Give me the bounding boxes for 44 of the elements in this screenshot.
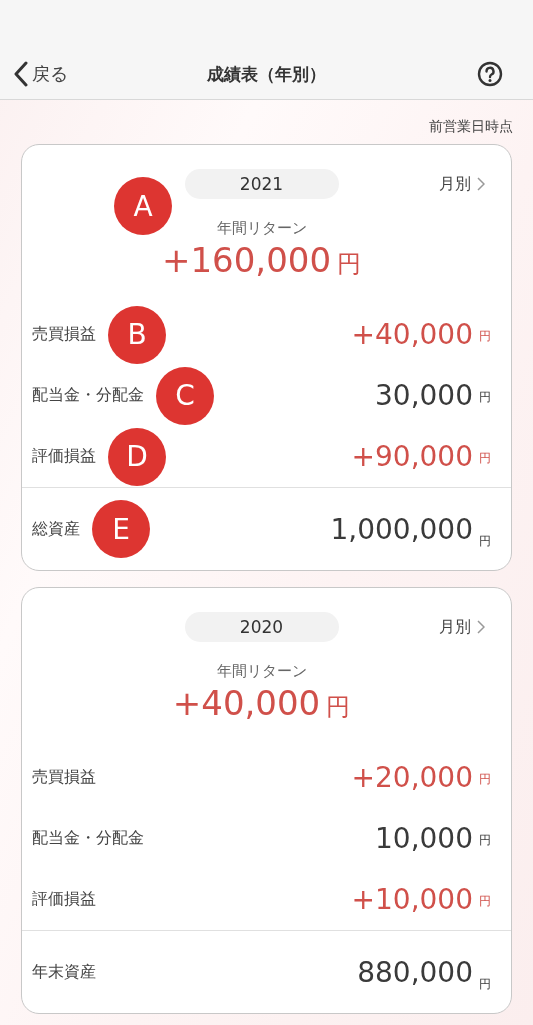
yen-unit: 円 [479,389,491,406]
amount: +40,000 [351,318,473,351]
yen-unit: 円 [479,328,491,345]
amount: 30,000 [375,379,473,412]
callout-marker: C [156,366,214,425]
yen-unit: 円 [479,771,491,788]
chevron-left-icon [14,61,28,87]
yen-unit: 円 [479,893,491,910]
year-pill: 2020 [184,612,339,642]
chevron-right-icon [477,177,485,191]
yen-unit: 円 [479,450,491,467]
annual-return: +40,000 円 [172,682,351,725]
amount: 1,000,000 [330,512,473,546]
row-label: 配当金・分配金 [32,828,144,849]
yen-unit: 円 [479,533,491,550]
row-label: 総資産 [32,518,80,540]
annual-return: +160,000 円 [161,239,362,282]
as-of-note: 前営業日時点 [429,118,513,136]
amount: 880,000 [357,955,473,989]
year-pill: 2021 [184,169,339,199]
page-title: 成績表（年別） [207,62,326,86]
callout-marker: E [92,500,150,558]
row-label: 評価損益 [32,889,96,910]
yen-unit: 円 [479,832,491,849]
yen-unit: 円 [479,976,491,993]
callout-marker: B [108,305,166,364]
row-label: 配当金・分配金 [32,385,144,406]
amount: +10,000 [351,883,473,916]
chevron-right-icon [477,620,485,634]
return-label: 年間リターン [216,219,307,238]
row-label: 売買損益 [32,767,96,788]
back-link[interactable]: 戻る [14,61,68,87]
amount: +20,000 [351,761,473,794]
callout-marker: D [108,427,166,486]
callout-marker: A [114,177,172,235]
monthly-link[interactable]: 月別 [439,173,485,195]
row-label: 評価損益 [32,446,96,467]
monthly-link[interactable]: 月別 [439,616,485,638]
return-label: 年間リターン [216,662,307,681]
row-label: 年末資産 [32,961,96,983]
help-icon[interactable] [477,61,503,87]
row-label: 売買損益 [32,324,96,345]
amount: 10,000 [375,822,473,855]
amount: +90,000 [351,440,473,473]
